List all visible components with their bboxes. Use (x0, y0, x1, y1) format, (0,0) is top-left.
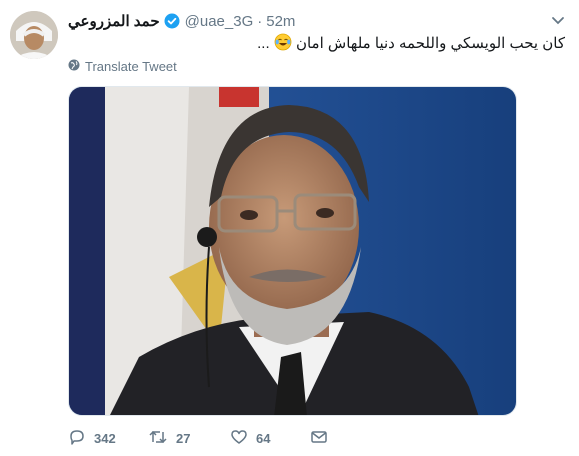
like-count: 64 (256, 430, 271, 446)
tweet-text-trailing: ... (257, 35, 274, 52)
translate-tweet-link[interactable]: Translate Tweet (68, 58, 177, 74)
reply-count: 342 (94, 430, 116, 446)
translate-label: Translate Tweet (85, 58, 177, 74)
author-name[interactable]: حمد المزروعي (68, 12, 160, 30)
tweet-header: حمد المزروعي @uae_3G · 52m (68, 11, 565, 31)
verified-badge-icon (164, 13, 180, 29)
face-with-tears-of-joy-icon (274, 33, 292, 57)
retweet-icon (148, 428, 168, 449)
globe-icon (68, 59, 80, 74)
like-button[interactable]: 64 (230, 428, 310, 449)
direct-message-button[interactable] (310, 428, 328, 449)
reply-icon (68, 428, 86, 449)
tweet-timestamp[interactable]: 52m (266, 13, 295, 30)
author-avatar[interactable] (10, 11, 58, 59)
separator-dot: · (257, 12, 263, 30)
author-handle[interactable]: @uae_3G (185, 13, 254, 30)
tweet-media-photo[interactable] (68, 86, 517, 416)
retweet-count: 27 (176, 430, 191, 446)
tweet-text-body: كان يحب الويسكي واللحمه دنيا ملهاش امان (295, 35, 565, 52)
photo-image (69, 87, 516, 415)
tweet-actions-bar: 342 27 64 (68, 428, 328, 448)
retweet-button[interactable]: 27 (148, 428, 230, 449)
tweet-text: كان يحب الويسكي واللحمه دنيا ملهاش امان … (68, 33, 565, 57)
chevron-down-icon[interactable] (551, 13, 565, 30)
avatar-image (10, 11, 58, 59)
heart-icon (230, 428, 248, 449)
reply-button[interactable]: 342 (68, 428, 148, 449)
envelope-icon (310, 428, 328, 449)
